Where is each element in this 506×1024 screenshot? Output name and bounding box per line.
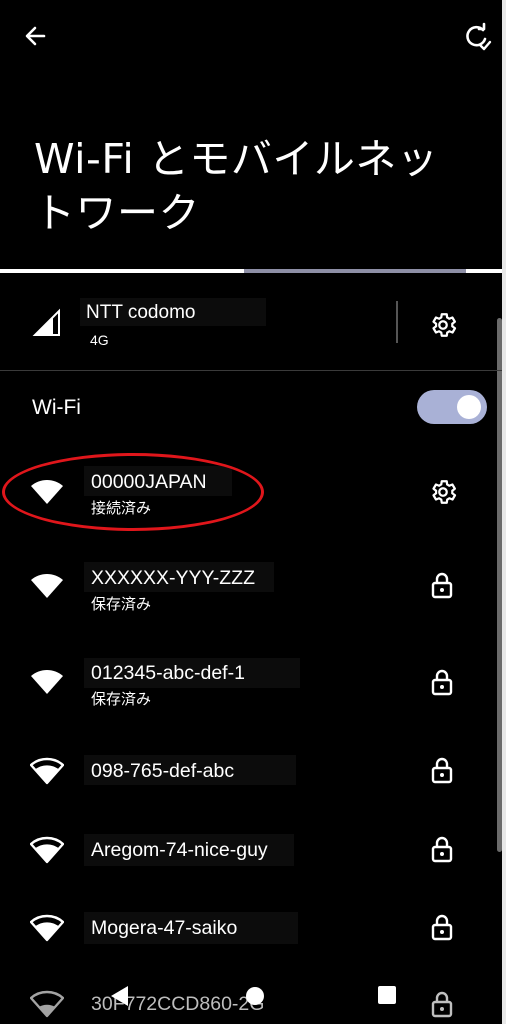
network-name: Mogera-47-saiko [91, 917, 238, 939]
wifi-toggle[interactable] [417, 390, 487, 424]
carrier-name: NTT codomo [86, 302, 196, 323]
page-title: Wi-Fi とモバイルネッ トワーク [34, 132, 474, 240]
screen: Wi-Fi とモバイルネッ トワーク NTT codomo 4G Wi-Fi 0… [0, 0, 506, 1024]
lock-icon [431, 572, 453, 599]
cell-signal-icon [32, 308, 60, 336]
wifi-label: Wi-Fi [32, 396, 81, 419]
highlight-annotation [2, 453, 264, 531]
lock-icon [431, 757, 453, 784]
wifi-strong-icon [30, 836, 64, 864]
page-title-line-1: Wi-Fi とモバイルネッ [34, 135, 439, 183]
arrow-left-icon[interactable] [18, 18, 54, 54]
tab-indicator [244, 269, 466, 273]
gear-icon[interactable] [428, 477, 458, 507]
refresh-icon[interactable] [458, 18, 494, 54]
lock-icon [431, 914, 453, 941]
page-title-line-2: トワーク [34, 189, 200, 237]
top-app-bar [0, 0, 502, 70]
section-divider [0, 370, 502, 371]
network-name: 012345-abc-def-1 [91, 662, 245, 684]
wifi-full-icon [31, 670, 63, 694]
system-nav-bar [0, 970, 502, 1024]
wifi-strong-icon [30, 757, 64, 785]
nav-back-icon[interactable] [108, 984, 130, 1008]
network-name: 098-765-def-abc [91, 760, 235, 782]
wifi-full-icon [31, 574, 63, 598]
network-type: 4G [90, 332, 109, 348]
toggle-knob [457, 395, 481, 419]
nav-recents-icon[interactable] [376, 984, 398, 1006]
lock-icon [431, 669, 453, 696]
lock-icon [431, 836, 453, 863]
wifi-strong-icon [30, 914, 64, 942]
network-status: 保存済み [91, 595, 152, 613]
network-name: Aregom-74-nice-guy [91, 839, 268, 861]
nav-home-icon[interactable] [244, 985, 266, 1007]
gear-icon[interactable] [428, 310, 458, 340]
vertical-divider [396, 301, 398, 343]
network-status: 保存済み [91, 690, 152, 708]
network-name: XXXXXX-YYY-ZZZ [91, 567, 255, 589]
